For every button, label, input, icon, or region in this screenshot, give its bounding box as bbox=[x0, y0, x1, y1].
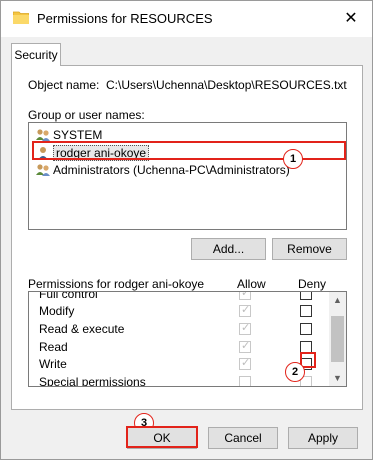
deny-checkbox[interactable] bbox=[300, 292, 312, 300]
permissions-header: Permissions for rodger ani-okoye bbox=[28, 277, 205, 291]
apply-button[interactable]: Apply bbox=[288, 427, 358, 449]
list-item-administrators[interactable]: Administrators (Uchenna-PC\Administrator… bbox=[35, 161, 290, 178]
window-title: Permissions for RESOURCES bbox=[37, 11, 213, 26]
users-group-icon bbox=[36, 128, 50, 141]
permission-name: Write bbox=[39, 357, 67, 371]
allow-checkbox: ✓ bbox=[239, 322, 251, 335]
permissions-scrollbar[interactable]: ▲ ▼ bbox=[329, 292, 346, 386]
allow-column-header: Allow bbox=[237, 277, 266, 291]
tab-security-label: Security bbox=[14, 48, 58, 62]
list-item-rodger[interactable]: rodger ani-okoye bbox=[35, 144, 150, 161]
permission-name: Special permissions bbox=[39, 375, 146, 387]
permission-row-read: Read ✓ bbox=[39, 338, 329, 356]
close-button[interactable]: ✕ bbox=[340, 7, 362, 29]
permission-name: Read bbox=[39, 340, 68, 354]
title-bar: Permissions for RESOURCES ✕ bbox=[1, 1, 372, 37]
scroll-down-icon[interactable]: ▼ bbox=[329, 370, 346, 386]
permission-row-read-execute: Read & execute ✓ bbox=[39, 320, 329, 338]
scroll-thumb[interactable] bbox=[331, 316, 344, 362]
list-item-label: SYSTEM bbox=[53, 127, 103, 142]
scroll-up-icon[interactable]: ▲ bbox=[329, 292, 346, 308]
list-item-system[interactable]: SYSTEM bbox=[35, 126, 102, 143]
add-button[interactable]: Add... bbox=[191, 238, 266, 260]
allow-checkbox: ✓ bbox=[239, 292, 251, 300]
allow-checkbox: ✓ bbox=[239, 304, 251, 317]
list-item-label: rodger ani-okoye bbox=[53, 144, 150, 161]
list-item-label: Administrators (Uchenna-PC\Administrator… bbox=[53, 162, 290, 177]
permissions-dialog: Permissions for RESOURCES ✕ Security Obj… bbox=[0, 0, 373, 460]
users-group-icon bbox=[36, 163, 50, 176]
object-name-value: C:\Users\Uchenna\Desktop\RESOURCES.txt bbox=[106, 78, 347, 92]
permission-name: Full control bbox=[39, 291, 98, 301]
deny-column-header: Deny bbox=[298, 277, 327, 291]
user-list[interactable]: SYSTEM rodger ani-okoye Administrators (… bbox=[28, 122, 347, 230]
permission-row-modify: Modify ✓ bbox=[39, 302, 329, 320]
cancel-button[interactable]: Cancel bbox=[208, 427, 278, 449]
permission-name: Read & execute bbox=[39, 322, 125, 336]
group-names-label: Group or user names: bbox=[28, 108, 145, 122]
folder-icon bbox=[13, 11, 29, 24]
close-icon: ✕ bbox=[344, 10, 358, 27]
deny-checkbox[interactable] bbox=[300, 341, 312, 353]
permission-name: Modify bbox=[39, 304, 75, 318]
callout-1: 1 bbox=[283, 149, 303, 169]
deny-checkbox[interactable] bbox=[300, 305, 312, 317]
allow-checkbox bbox=[239, 376, 251, 386]
allow-checkbox: ✓ bbox=[239, 340, 251, 353]
tab-security[interactable]: Security bbox=[11, 43, 61, 66]
deny-checkbox[interactable] bbox=[300, 323, 312, 335]
user-icon bbox=[38, 146, 48, 160]
object-name-label: Object name: bbox=[28, 78, 100, 92]
allow-checkbox: ✓ bbox=[239, 357, 251, 370]
remove-button[interactable]: Remove bbox=[272, 238, 347, 260]
ok-button[interactable]: OK bbox=[127, 427, 197, 449]
callout-2: 2 bbox=[285, 362, 305, 382]
